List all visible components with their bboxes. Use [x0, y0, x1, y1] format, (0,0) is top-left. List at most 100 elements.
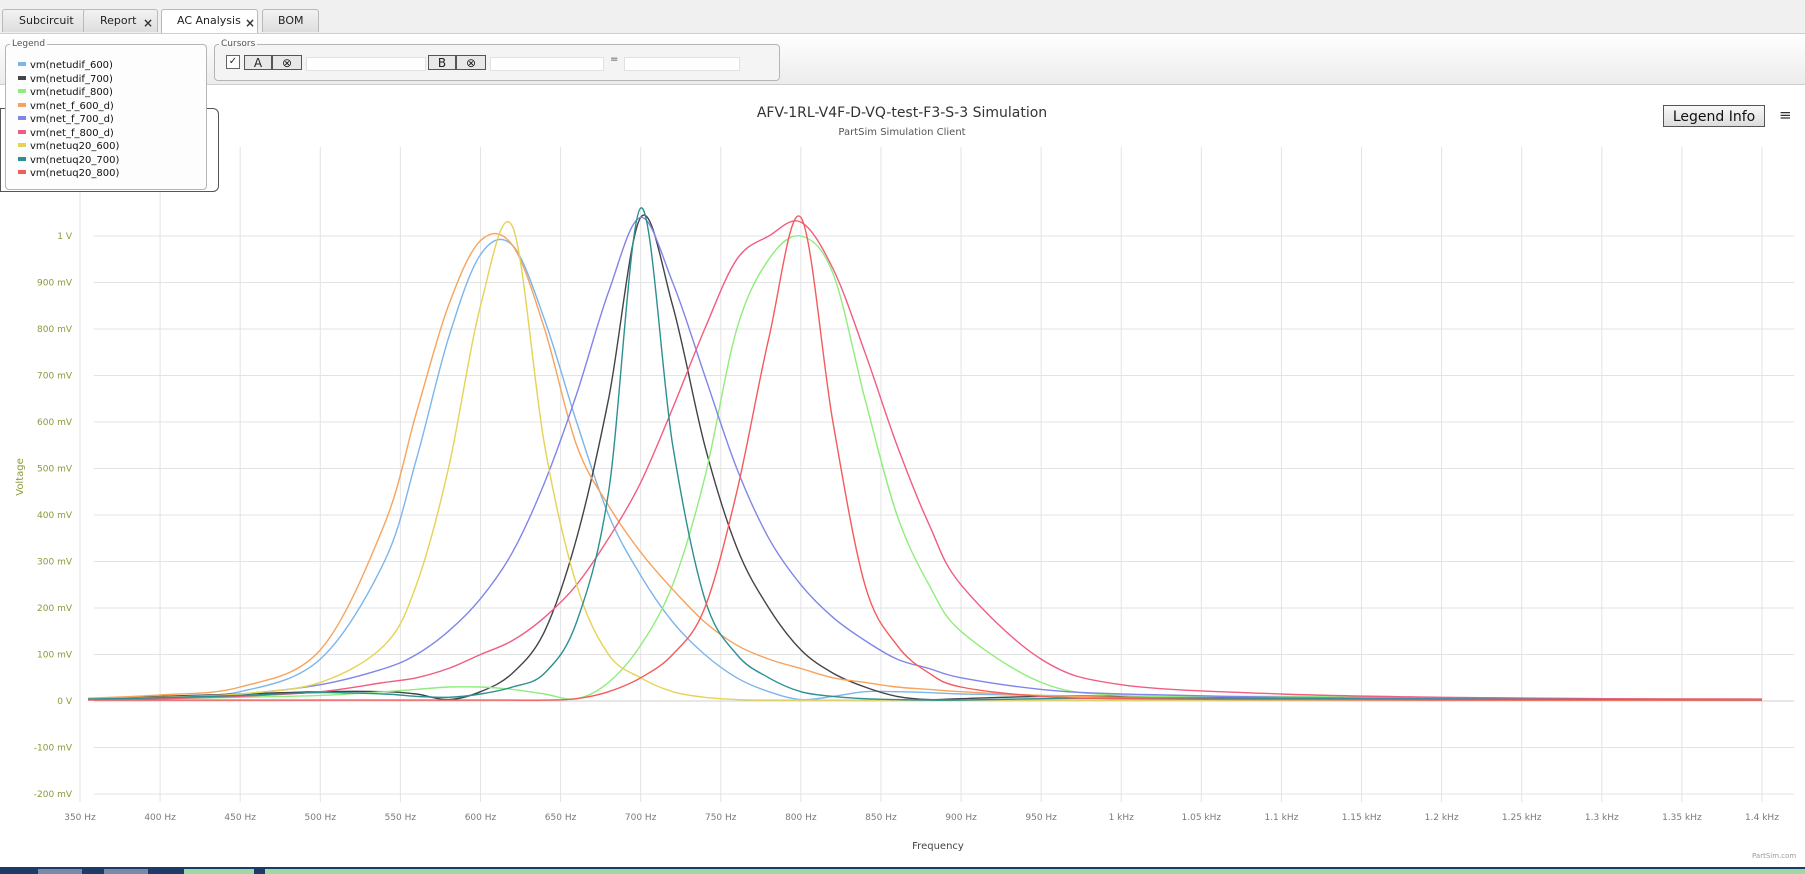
cursor-delta-equals: =: [610, 54, 619, 65]
legend-panel: Legend vm(netudif_600) vm(netudif_700) vm(…: [5, 39, 207, 190]
chart-title: AFV-1RL-V4F-D-VQ-test-F3-S-3 Simulation: [757, 105, 1047, 121]
y-tick-label: 700 mV: [37, 372, 73, 382]
legend-swatch: [18, 62, 26, 66]
legend-info-button[interactable]: Legend Info: [1663, 105, 1765, 127]
y-axis-ticks: -200 mV -100 mV 0 V 100 mV 200 mV 300 mV 400 m…: [34, 232, 73, 800]
x-tick-label: 1.3 kHz: [1585, 813, 1619, 823]
cursor-a-value-field[interactable]: [306, 57, 426, 71]
x-tick-label: 750 Hz: [705, 813, 737, 823]
y-tick-label: 1 V: [57, 232, 73, 242]
legend-item[interactable]: vm(netuq20_800): [18, 167, 119, 180]
tab-bom[interactable]: BOM: [262, 9, 319, 32]
y-tick-label: 200 mV: [37, 604, 73, 614]
tab-label: Report: [100, 14, 137, 27]
x-tick-label: 1.4 kHz: [1745, 813, 1779, 823]
x-tick-label: 850 Hz: [865, 813, 897, 823]
x-tick-label: 500 Hz: [305, 813, 337, 823]
legend-swatch: [18, 89, 26, 93]
x-tick-label: 350 Hz: [64, 813, 96, 823]
tab-bar: Subcircuit Report × AC Analysis × BOM: [0, 0, 1805, 34]
status-segment: [38, 869, 82, 874]
hamburger-menu-icon[interactable]: ≡: [1779, 107, 1793, 123]
status-segment: [265, 869, 1805, 874]
cursor-b-value-field[interactable]: [490, 57, 604, 71]
x-axis-ticks: 350 Hz 400 Hz 450 Hz 500 Hz 550 Hz 600 Hz 650 …: [64, 813, 1779, 823]
tab-label: BOM: [278, 14, 304, 27]
chart-subtitle: PartSim Simulation Client: [838, 127, 965, 138]
legend-item[interactable]: vm(net_f_800_d): [18, 127, 114, 140]
legend-item-label: vm(net_f_700_d): [30, 114, 114, 125]
tab-label: Subcircuit: [19, 14, 74, 27]
x-tick-label: 950 Hz: [1025, 813, 1057, 823]
cursor-enable-checkbox[interactable]: ✓: [226, 55, 240, 69]
x-tick-label: 450 Hz: [224, 813, 256, 823]
x-tick-label: 650 Hz: [545, 813, 577, 823]
close-icon[interactable]: ×: [143, 12, 153, 34]
legend-panel-title: Legend: [12, 39, 46, 49]
legend-item-label: vm(net_f_600_d): [30, 100, 114, 112]
legend-item-label: vm(net_f_800_d): [30, 127, 114, 139]
legend-item[interactable]: vm(netudif_600): [18, 59, 113, 72]
status-segment: [104, 869, 148, 874]
x-tick-label: 1.2 kHz: [1425, 813, 1459, 823]
x-tick-label: 1.35 kHz: [1662, 813, 1702, 823]
y-tick-label: 0 V: [57, 697, 73, 707]
cursor-b-button[interactable]: B: [428, 55, 456, 70]
legend-swatch: [18, 143, 26, 147]
y-tick-label: 400 mV: [37, 511, 73, 521]
x-tick-label: 800 Hz: [785, 813, 817, 823]
legend-item[interactable]: vm(netuq20_600): [18, 140, 119, 153]
legend-swatch: [18, 170, 26, 174]
x-tick-label: 1.05 kHz: [1182, 813, 1222, 823]
cursor-a-clear-button[interactable]: ⊗: [272, 55, 302, 70]
y-tick-label: 900 mV: [37, 279, 73, 289]
legend-swatch: [18, 156, 26, 161]
status-bar: [0, 867, 1805, 874]
cursor-delta-value-field[interactable]: [624, 57, 740, 71]
cursor-a-button[interactable]: A: [244, 55, 272, 70]
cursors-panel: Cursors ✓ A ⊗ B ⊗ =: [214, 39, 780, 81]
x-tick-label: 600 Hz: [465, 813, 497, 823]
cursors-panel-title: Cursors: [221, 39, 256, 49]
y-tick-label: 100 mV: [37, 651, 73, 661]
status-segment: [184, 869, 254, 874]
credit-link[interactable]: PartSim.com: [1752, 852, 1796, 860]
y-tick-label: 800 mV: [37, 325, 73, 335]
x-tick-label: 1.1 kHz: [1264, 813, 1298, 823]
x-tick-label: 900 Hz: [945, 813, 977, 823]
legend-swatch: [18, 116, 26, 120]
ac-analysis-chart: AFV-1RL-V4F-D-VQ-test-F3-S-3 Simulation …: [15, 105, 1794, 852]
legend-item-label: vm(netuq20_600): [30, 141, 120, 152]
y-tick-label: 500 mV: [37, 465, 73, 475]
legend-swatch: [18, 102, 26, 107]
legend-item-label: vm(netudif_600): [30, 60, 113, 71]
tab-ac-analysis[interactable]: AC Analysis ×: [161, 9, 258, 33]
legend-item-label: vm(netudif_700): [30, 73, 113, 85]
x-tick-label: 1 kHz: [1109, 813, 1135, 823]
close-icon[interactable]: ×: [245, 12, 255, 34]
legend-item[interactable]: vm(net_f_600_d): [18, 100, 114, 113]
legend-item-label: vm(netuq20_800): [30, 168, 120, 179]
y-tick-label: -100 mV: [34, 744, 73, 754]
legend-item[interactable]: vm(netudif_700): [18, 73, 113, 86]
legend-item[interactable]: vm(netudif_800): [18, 86, 113, 99]
x-tick-label: 1.25 kHz: [1502, 813, 1542, 823]
legend-item[interactable]: vm(net_f_700_d): [18, 113, 114, 126]
x-tick-label: 550 Hz: [385, 813, 417, 823]
x-tick-label: 400 Hz: [144, 813, 176, 823]
y-tick-label: -200 mV: [34, 790, 73, 800]
legend-swatch: [18, 75, 26, 80]
tab-report[interactable]: Report ×: [83, 9, 158, 32]
legend-swatch: [18, 129, 26, 134]
tab-subcircuit[interactable]: Subcircuit: [2, 9, 86, 32]
chart-grid: [79, 147, 1794, 802]
legend-item[interactable]: vm(netuq20_700): [18, 154, 119, 167]
y-tick-label: 600 mV: [37, 418, 73, 428]
y-axis-title: Voltage: [15, 458, 26, 496]
cursor-b-clear-button[interactable]: ⊗: [456, 55, 486, 70]
tab-label: AC Analysis: [177, 14, 241, 27]
x-tick-label: 1.15 kHz: [1342, 813, 1382, 823]
x-axis-title: Frequency: [912, 841, 964, 852]
legend-item-label: vm(netudif_800): [30, 87, 113, 98]
plot-area: [94, 147, 1794, 802]
